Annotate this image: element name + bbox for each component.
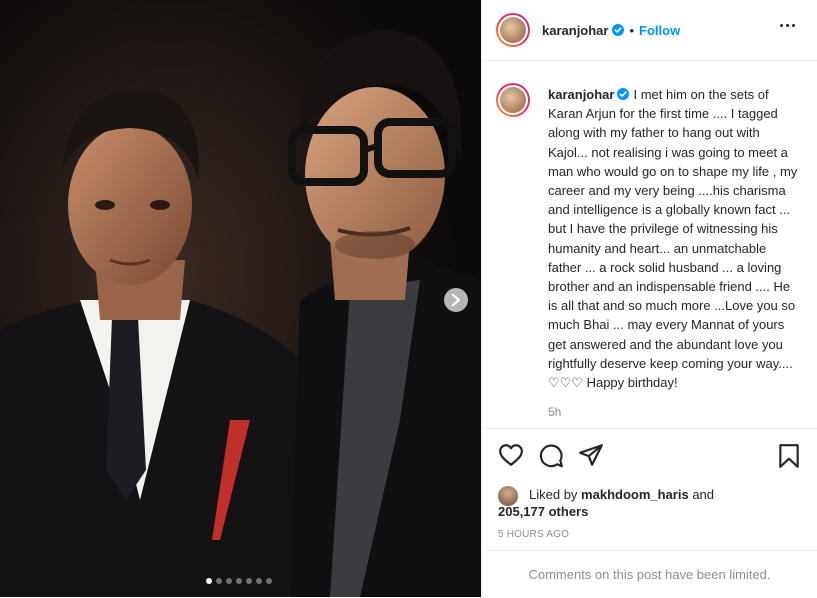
username-link[interactable]: karanjohar [542, 23, 608, 38]
caption-avatar[interactable] [496, 83, 530, 117]
follow-button[interactable]: Follow [639, 23, 680, 38]
share-icon[interactable] [578, 443, 604, 467]
next-arrow-icon [451, 294, 461, 306]
liker-avatar[interactable] [498, 486, 518, 506]
header-separator: • [629, 22, 635, 38]
post-side-panel: karanjohar • Follow karanjohar I met him … [481, 0, 817, 597]
carousel-dot [246, 578, 252, 584]
carousel-dot [206, 578, 212, 584]
caption-text: karanjohar I met him on the sets of Karan… [548, 85, 799, 392]
liked-by-label: Liked by [529, 487, 578, 502]
likes-count-link[interactable]: 205,177 others [498, 504, 588, 519]
carousel-dot [226, 578, 232, 584]
action-bar [482, 428, 817, 485]
carousel-indicator [206, 578, 272, 584]
carousel-dot [236, 578, 242, 584]
carousel-dot [256, 578, 262, 584]
verified-badge-icon [612, 24, 625, 36]
liked-by-user-link[interactable]: makhdoom_haris [581, 487, 689, 502]
comments-limited-notice: Comments on this post have been limited. [482, 550, 817, 598]
post-time-ago[interactable]: 5 HOURS AGO [498, 529, 569, 540]
more-options-icon[interactable] [780, 24, 795, 27]
like-heart-icon[interactable] [498, 443, 524, 467]
avatar[interactable] [496, 13, 530, 47]
save-bookmark-icon[interactable] [778, 443, 800, 469]
liked-and-label: and [692, 487, 715, 502]
post-header: karanjohar • Follow [482, 0, 817, 61]
carousel-dot [216, 578, 222, 584]
carousel-next-button[interactable] [444, 288, 468, 312]
caption-username[interactable]: karanjohar [548, 87, 614, 102]
liked-by-line: Liked by makhdoom_haris and [529, 487, 714, 502]
comment-icon[interactable] [538, 443, 564, 469]
post-photo[interactable] [0, 0, 481, 597]
photo-illustration [0, 0, 481, 597]
caption-section: karanjohar I met him on the sets of Karan… [496, 75, 803, 425]
verified-badge-icon [617, 88, 630, 100]
caption-body: I met him on the sets of Karan Arjun for… [548, 87, 798, 391]
carousel-dot [266, 578, 272, 584]
caption-timestamp: 5h [548, 405, 562, 419]
